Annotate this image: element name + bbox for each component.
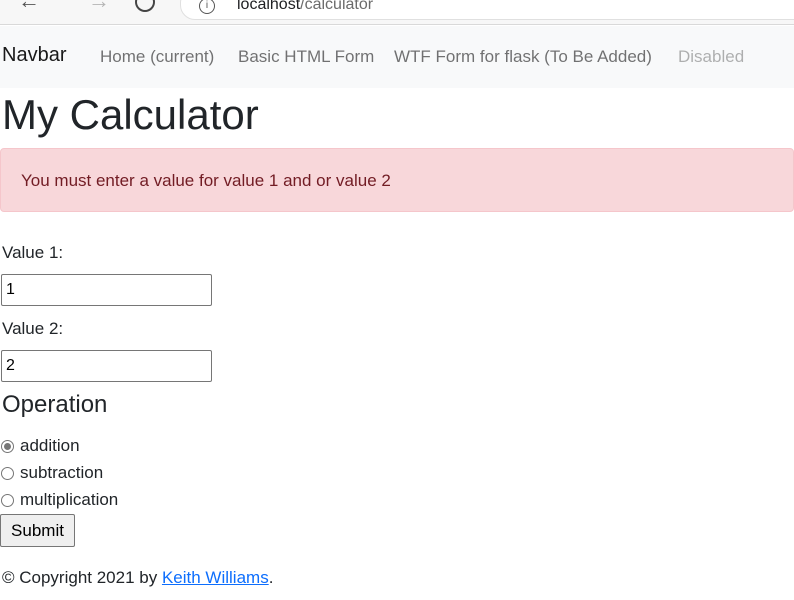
page-title: My Calculator <box>2 91 259 138</box>
nav-link-wtf-form[interactable]: WTF Form for flask (To Be Added) <box>394 47 652 67</box>
url-text[interactable]: localhost/calculator <box>237 0 373 14</box>
footer-suffix: . <box>268 568 274 587</box>
radio-label-subtraction[interactable]: subtraction <box>20 463 103 483</box>
value2-input[interactable] <box>1 350 212 382</box>
radio-subtraction[interactable] <box>1 467 14 480</box>
arrow-left-icon[interactable]: ← <box>18 0 40 14</box>
nav-link-disabled: Disabled <box>678 47 745 66</box>
footer: © Copyright 2021 by Keith Williams. <box>2 568 273 588</box>
info-icon[interactable]: i <box>199 0 215 14</box>
reload-icon[interactable] <box>135 0 155 12</box>
author-link[interactable]: Keith Williams <box>162 568 269 587</box>
nav-link-basic-html-form[interactable]: Basic HTML Form <box>238 47 374 67</box>
submit-button[interactable]: Submit <box>0 514 75 547</box>
footer-copyright: © Copyright 2021 by <box>2 568 162 587</box>
error-alert: You must enter a value for value 1 and o… <box>0 148 794 212</box>
browser-toolbar: ← → i localhost/calculator <box>0 0 794 25</box>
radio-addition[interactable] <box>1 440 14 453</box>
address-bar[interactable]: i localhost/calculator <box>180 0 794 20</box>
value1-input[interactable] <box>1 274 212 306</box>
arrow-right-icon[interactable]: → <box>88 0 110 14</box>
radio-label-multiplication[interactable]: multiplication <box>20 490 118 510</box>
nav-link-home[interactable]: Home (current) <box>100 47 214 67</box>
value1-label: Value 1: <box>2 243 64 262</box>
navbar-brand[interactable]: Navbar <box>2 44 66 67</box>
radio-label-addition[interactable]: addition <box>20 436 80 456</box>
navbar: Navbar Home (current) Basic HTML Form WT… <box>0 26 794 88</box>
value2-label: Value 2: <box>2 319 64 338</box>
radio-multiplication[interactable] <box>1 494 14 507</box>
operation-heading: Operation <box>2 391 108 418</box>
